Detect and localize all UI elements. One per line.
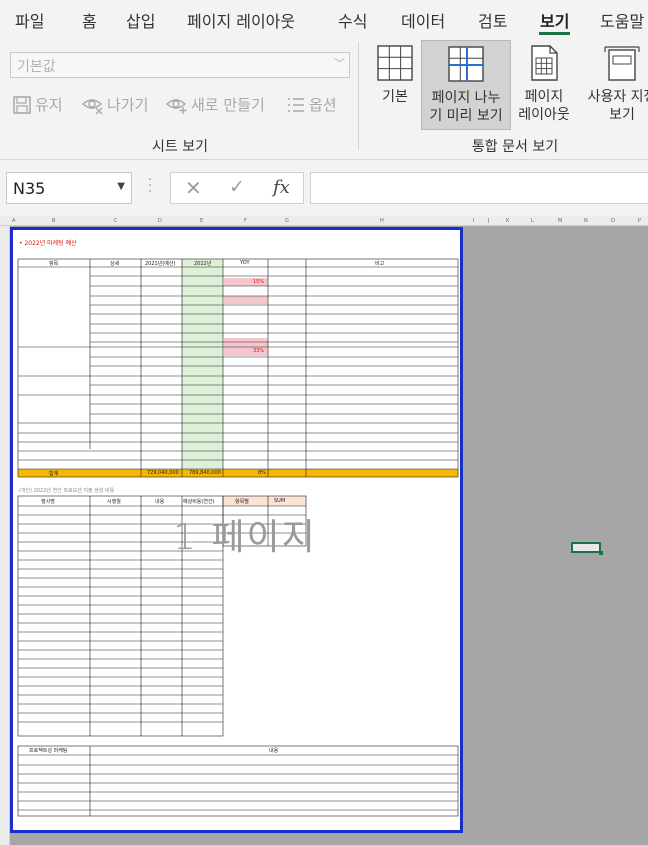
t2-header-month: 시행월 <box>107 499 121 505</box>
drag-handle-icon[interactable]: · · · <box>148 174 152 199</box>
t2-header-event: 행사명 <box>41 499 55 505</box>
sheet-view-select[interactable]: 기본값 ﹀ <box>10 52 350 78</box>
tab-help[interactable]: 도움말 <box>600 8 644 32</box>
ribbon-tabs: 파일 홈 삽입 페이지 레이아웃 수식 데이터 검토 보기 도움말 <box>0 0 648 36</box>
custom-views-label-line2: 보기 <box>609 107 635 123</box>
t1-header-detail: 상세 <box>110 261 120 267</box>
eye-close-icon <box>82 98 103 114</box>
yoy-highlight <box>224 296 268 304</box>
total-2021: 729,040,000 <box>147 470 179 476</box>
custom-views-button[interactable]: 사용자 지정 보기 <box>577 40 648 132</box>
group-divider <box>358 42 359 150</box>
total-row-bar <box>18 469 458 477</box>
t1-header-note: 비고 <box>375 261 385 267</box>
new-sheet-view-button[interactable]: 새로 만들기 <box>166 94 265 115</box>
new-label: 새로 만들기 <box>191 96 265 114</box>
page-break-preview-button[interactable]: 페이지 나누 기 미리 보기 <box>421 40 511 130</box>
exit-label: 나가기 <box>107 96 149 114</box>
table3-grid <box>17 745 459 817</box>
total-yoy: 8% <box>258 470 266 476</box>
normal-view-button[interactable]: 기본 <box>372 40 418 132</box>
page-break-label-line2: 기 미리 보기 <box>429 108 503 124</box>
list-icon <box>288 97 304 112</box>
formula-input[interactable] <box>310 172 648 204</box>
yoy-value: 33% <box>253 348 265 354</box>
t1-header-item: 항목 <box>49 261 59 267</box>
tab-review[interactable]: 검토 <box>478 8 507 32</box>
t1-header-2022: 2022년 <box>194 261 212 267</box>
print-page: • 2022년 마케팅 예산 항목 상세 2021년(예산) 2022년 YOY… <box>10 227 463 833</box>
page-break-preview-icon <box>448 46 484 82</box>
t1-header-yoy: YOY <box>240 260 250 266</box>
page-number-watermark: 1 페이지 <box>173 517 317 558</box>
tab-formulas[interactable]: 수식 <box>338 8 367 32</box>
custom-views-label-line1: 사용자 지정 <box>587 89 648 105</box>
row-headers[interactable] <box>0 226 10 845</box>
page-break-label-line1: 페이지 나누 <box>431 90 501 106</box>
insert-function-button[interactable]: fx <box>273 177 290 198</box>
sum-header-item: 항목별 <box>235 499 249 505</box>
tab-file[interactable]: 파일 <box>15 8 44 32</box>
column-headers[interactable]: ABC DEF GHI JKL MNO P <box>0 216 648 226</box>
page-layout-icon <box>531 45 558 81</box>
custom-views-icon <box>604 46 640 81</box>
t3-header-content: 내용 <box>269 748 279 754</box>
cancel-icon[interactable]: ✕ <box>185 176 202 200</box>
formula-bar: N35 ▼ · · · ✕ ✓ fx <box>0 160 648 216</box>
table1-grid <box>17 258 459 478</box>
tab-data[interactable]: 데이터 <box>401 8 445 32</box>
tab-insert[interactable]: 삽입 <box>126 8 155 32</box>
page-layout-label-line1: 페이지 <box>524 89 564 105</box>
keep-button[interactable]: 유지 <box>12 94 63 115</box>
page-layout-view-button[interactable]: 페이지 레이아웃 <box>513 40 575 132</box>
normal-view-label: 기본 <box>382 89 408 105</box>
sheet-view-select-value: 기본값 <box>17 59 56 75</box>
normal-view-icon <box>377 45 413 81</box>
t1-header-2021: 2021년(예산) <box>145 261 176 267</box>
worksheet-area[interactable]: ABC DEF GHI JKL MNO P • 2022년 마케팅 예산 항목 … <box>0 216 648 845</box>
tab-page-layout[interactable]: 페이지 레이아웃 <box>187 8 295 32</box>
name-box[interactable]: N35 ▼ <box>6 172 132 204</box>
workbook-views-group-label: 통합 문서 보기 <box>471 139 559 155</box>
ribbon: 기본값 ﹀ 유지 나가기 새로 만들기 옵션 시트 보기 기본 페이지 나누 기… <box>0 36 648 160</box>
table2-caption: (개인) 2022년 연간 프로모션 지출 생성 비용 <box>19 488 115 494</box>
tab-view[interactable]: 보기 <box>538 8 571 35</box>
tab-home[interactable]: 홈 <box>82 8 97 32</box>
green-column-2022 <box>182 259 223 470</box>
formula-controls: ✕ ✓ fx <box>170 172 304 204</box>
exit-button[interactable]: 나가기 <box>82 94 148 115</box>
options-label: 옵션 <box>309 96 337 114</box>
chevron-down-icon: ▼ <box>117 181 125 192</box>
save-icon <box>13 95 31 114</box>
yoy-value: 15% <box>253 279 265 285</box>
sheet-title: • 2022년 마케팅 예산 <box>19 240 77 247</box>
t3-header-project: 프로젝트성 마케팅 <box>29 748 68 754</box>
sheet-view-group-label: 시트 보기 <box>152 139 208 155</box>
t2-header-cost: 예상비용(연간) <box>183 499 215 505</box>
chevron-down-icon: ﹀ <box>334 57 345 70</box>
keep-label: 유지 <box>35 96 63 114</box>
check-icon[interactable]: ✓ <box>229 176 245 198</box>
name-box-value: N35 <box>13 179 46 198</box>
active-cell-n35[interactable] <box>571 542 603 555</box>
page-layout-label-line2: 레이아웃 <box>518 107 570 123</box>
total-2022: 789,840,000 <box>189 470 221 476</box>
total-label: 합계 <box>49 471 59 477</box>
sum-header-sum: SUM <box>274 498 286 504</box>
t2-header-content: 내용 <box>155 499 165 505</box>
eye-add-icon <box>166 98 187 114</box>
options-button[interactable]: 옵션 <box>286 94 337 115</box>
